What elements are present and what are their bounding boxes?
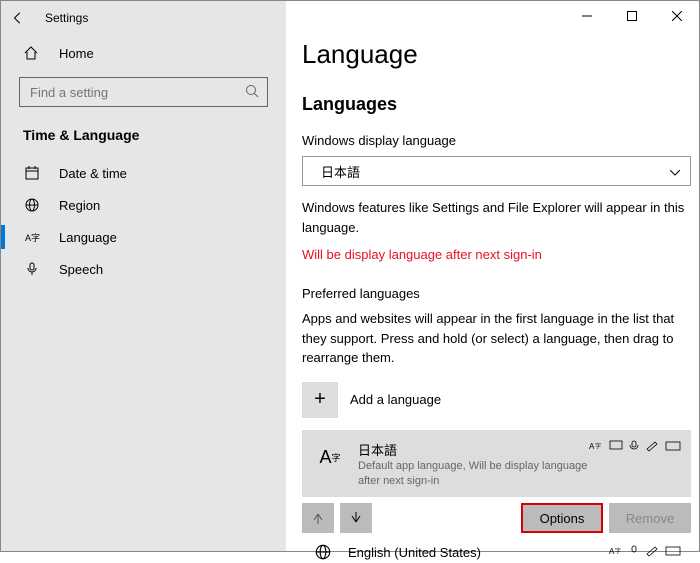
sidebar-item-language[interactable]: A字 Language [1,221,286,253]
section-languages: Languages [302,94,691,115]
remove-button: Remove [609,503,691,533]
back-button[interactable] [1,1,35,35]
maximize-button[interactable] [609,1,654,31]
display-language-dropdown[interactable]: 日本語 [302,156,691,186]
move-down-button[interactable] [340,503,372,533]
svg-text:字: 字 [595,442,601,450]
speech-icon [629,440,639,452]
language-icon: A字 [23,229,41,245]
keyboard-icon [665,545,681,560]
display-language-value: 日本語 [321,162,360,181]
language-card-english[interactable]: English (United States) A字 [302,533,691,563]
display-language-warning: Will be display language after next sign… [302,247,691,262]
page-title: Language [302,39,691,70]
sidebar-item-label: Region [59,198,100,213]
speech-icon [629,545,639,560]
sidebar: Settings Home Time & Language Date & tim… [1,1,286,551]
globe-icon [23,197,41,213]
window-title: Settings [45,11,88,25]
language-card-japanese[interactable]: A字 日本語 Default app language, Will be dis… [302,430,691,498]
sidebar-item-date-time[interactable]: Date & time [1,157,286,189]
home-label: Home [59,46,94,61]
main-content: Language Languages Windows display langu… [286,1,699,551]
move-up-button[interactable] [302,503,334,533]
minimize-button[interactable] [564,1,609,31]
svg-text:字: 字 [615,547,621,555]
sidebar-item-label: Language [59,230,117,245]
svg-text:字: 字 [31,232,40,243]
language-name: 日本語 [358,440,589,459]
language-actions: Options Remove [302,503,691,533]
keyboard-icon [665,440,681,452]
globe-icon [312,541,334,563]
sidebar-item-region[interactable]: Region [1,189,286,221]
language-az-icon: A字 [312,440,348,476]
sidebar-section-title: Time & Language [1,127,286,157]
microphone-icon [23,261,41,277]
display-language-help: Windows features like Settings and File … [302,198,691,237]
plus-icon: + [302,382,338,418]
language-name: English (United States) [348,545,481,560]
preferred-languages-help: Apps and websites will appear in the fir… [302,309,691,368]
search-icon [244,83,260,102]
handwriting-icon [645,440,659,452]
text-to-speech-icon: A字 [589,440,603,452]
language-feature-badges: A字 [609,545,681,560]
preferred-languages-heading: Preferred languages [302,286,691,301]
sidebar-item-speech[interactable]: Speech [1,253,286,285]
chevron-down-icon [670,164,680,179]
search-input[interactable] [19,77,268,107]
display-language-label: Windows display language [302,133,691,148]
handwriting-icon [645,545,659,560]
calendar-icon [23,165,41,181]
language-subtitle: Default app language, Will be display la… [358,459,589,490]
add-language-label: Add a language [350,392,441,407]
sidebar-item-home[interactable]: Home [1,35,286,71]
add-language-button[interactable]: + Add a language [302,382,691,418]
home-icon [23,45,41,61]
close-button[interactable] [654,1,699,31]
display-icon [609,440,623,452]
language-feature-badges: A字 [589,440,681,452]
sidebar-item-label: Speech [59,262,103,277]
sidebar-item-label: Date & time [59,166,127,181]
text-to-speech-icon: A字 [609,545,623,560]
options-button[interactable]: Options [521,503,603,533]
